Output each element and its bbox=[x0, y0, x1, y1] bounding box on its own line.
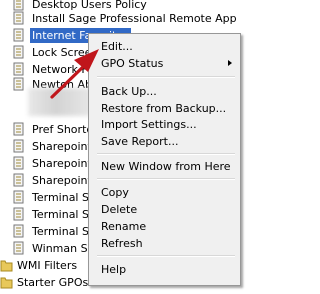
menu-item-label: GPO Status bbox=[101, 57, 164, 70]
folder-icon bbox=[0, 275, 13, 289]
scroll-icon bbox=[12, 122, 25, 136]
menu-item-label: New Window from Here bbox=[101, 160, 231, 173]
menu-item-gpo-status[interactable]: GPO Status bbox=[89, 55, 240, 71]
tree-item-label: Lock Scree bbox=[32, 46, 92, 59]
menu-item-import-settings[interactable]: Import Settings... bbox=[89, 116, 240, 132]
tree-item-label: Network F bbox=[32, 63, 88, 76]
tree-item-label: Sharepoint bbox=[32, 140, 92, 153]
scroll-icon bbox=[12, 173, 25, 187]
menu-separator bbox=[97, 178, 235, 180]
menu-item-label: Back Up... bbox=[101, 85, 157, 98]
menu-item-restore-from-backup[interactable]: Restore from Backup... bbox=[89, 100, 240, 116]
menu-item-new-window[interactable]: New Window from Here bbox=[89, 158, 240, 174]
menu-item-back-up[interactable]: Back Up... bbox=[89, 83, 240, 99]
menu-item-label: Edit... bbox=[101, 40, 133, 53]
scroll-icon bbox=[12, 139, 25, 153]
menu-item-label: Restore from Backup... bbox=[101, 102, 227, 115]
tree-item-label: WMI Filters bbox=[17, 259, 78, 272]
menu-item-label: Refresh bbox=[101, 237, 143, 250]
menu-item-label: Import Settings... bbox=[101, 118, 197, 131]
context-menu: Edit... GPO Status Back Up... Restore fr… bbox=[88, 33, 241, 286]
tree-item-label: Install Sage Professional Remote App bbox=[32, 12, 237, 25]
menu-item-rename[interactable]: Rename bbox=[89, 218, 240, 234]
menu-item-delete[interactable]: Delete bbox=[89, 201, 240, 217]
menu-item-label: Rename bbox=[101, 220, 147, 233]
menu-separator bbox=[97, 255, 235, 257]
scroll-icon bbox=[12, 0, 25, 11]
menu-item-help[interactable]: Help bbox=[89, 261, 240, 277]
scroll-icon bbox=[12, 224, 25, 238]
folder-icon bbox=[0, 258, 13, 272]
menu-item-save-report[interactable]: Save Report... bbox=[89, 133, 240, 149]
tree-item-label: Pref Shortc bbox=[32, 123, 93, 136]
menu-item-label: Save Report... bbox=[101, 135, 179, 148]
scroll-icon bbox=[12, 11, 25, 25]
tree-item-label: Sharepoint bbox=[32, 157, 92, 170]
menu-item-label: Delete bbox=[101, 203, 138, 216]
scroll-icon bbox=[12, 241, 25, 255]
menu-item-edit[interactable]: Edit... bbox=[89, 38, 240, 54]
tree-item-label: Winman Sh bbox=[32, 242, 95, 255]
scroll-icon bbox=[12, 190, 25, 204]
scroll-icon bbox=[12, 207, 25, 221]
scroll-icon bbox=[12, 45, 25, 59]
menu-item-copy[interactable]: Copy bbox=[89, 184, 240, 200]
menu-separator bbox=[97, 76, 235, 78]
menu-item-label: Copy bbox=[101, 186, 129, 199]
scroll-icon bbox=[12, 62, 25, 76]
submenu-arrow-icon bbox=[228, 60, 232, 66]
scroll-icon bbox=[12, 77, 25, 91]
scroll-icon bbox=[12, 28, 25, 42]
menu-item-label: Help bbox=[101, 263, 127, 276]
menu-item-refresh[interactable]: Refresh bbox=[89, 235, 240, 251]
tree-item-label: Sharepoint bbox=[32, 174, 92, 187]
menu-separator bbox=[97, 153, 235, 155]
tree-item-label: Starter GPOs bbox=[17, 276, 89, 289]
scroll-icon bbox=[12, 156, 25, 170]
